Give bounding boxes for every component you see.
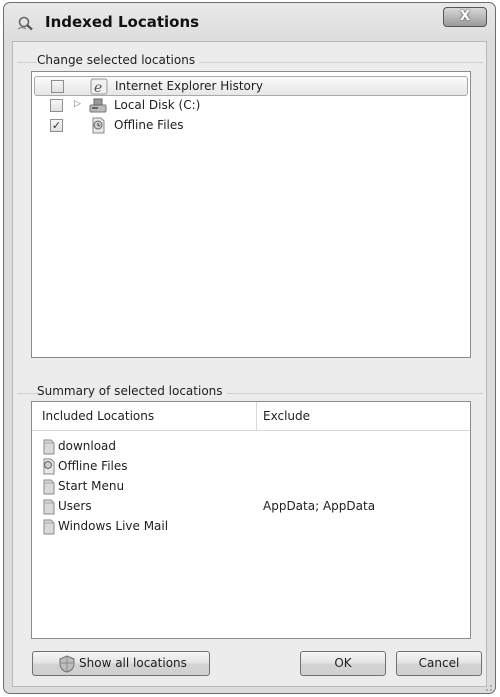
- summary-location: Users: [58, 499, 92, 513]
- tree-item-label: Internet Explorer History: [115, 79, 263, 93]
- summary-location: Start Menu: [58, 479, 125, 493]
- column-header-exclude[interactable]: Exclude: [263, 409, 310, 423]
- summary-header: Included Locations Exclude: [32, 402, 470, 431]
- ok-button[interactable]: OK: [300, 651, 386, 676]
- locations-tree[interactable]: e Internet Explorer History ▷ Local Disk…: [31, 71, 471, 358]
- title-bar[interactable]: Indexed Locations X: [4, 3, 495, 41]
- column-divider[interactable]: [256, 402, 257, 431]
- checkbox-ie-history[interactable]: [51, 80, 64, 93]
- local-disk-icon: [89, 98, 107, 113]
- checkbox-offline-files[interactable]: ✓: [50, 119, 63, 132]
- column-header-included[interactable]: Included Locations: [42, 409, 154, 423]
- show-all-label: Show all locations: [79, 656, 187, 670]
- summary-row[interactable]: Users AppData; AppData: [32, 497, 470, 517]
- summary-row[interactable]: Offline Files: [32, 457, 470, 477]
- folder-icon: [43, 439, 55, 455]
- svg-text:e: e: [94, 80, 102, 95]
- summary-row[interactable]: Start Menu: [32, 477, 470, 497]
- cancel-button[interactable]: Cancel: [396, 651, 482, 676]
- summary-location: download: [58, 439, 117, 453]
- checkbox-local-disk[interactable]: [50, 99, 63, 112]
- offline-files-icon: [43, 458, 55, 475]
- tree-item-label: Offline Files: [114, 118, 184, 132]
- show-all-locations-button[interactable]: Show all locations: [32, 651, 210, 676]
- summary-location: Offline Files: [58, 459, 128, 473]
- folder-icon: [43, 499, 55, 515]
- summary-row[interactable]: Windows Live Mail: [32, 517, 470, 537]
- tree-item-local-disk[interactable]: ▷ Local Disk (C:): [34, 96, 468, 116]
- window-title: Indexed Locations: [45, 13, 200, 31]
- folder-icon: [43, 519, 55, 535]
- summary-location: Windows Live Mail: [58, 519, 169, 533]
- summary-heading: Summary of selected locations: [37, 384, 227, 398]
- offline-files-icon: [92, 117, 105, 134]
- expand-arrow-icon[interactable]: ▷: [74, 99, 81, 109]
- change-locations-heading: Change selected locations: [37, 53, 200, 67]
- summary-row[interactable]: download: [32, 437, 470, 457]
- indexing-options-icon: [17, 16, 33, 31]
- resize-grip-icon[interactable]: [483, 682, 493, 692]
- summary-list[interactable]: Included Locations Exclude download Offl…: [31, 401, 471, 639]
- tree-item-offline-files[interactable]: ✓ Offline Files: [34, 116, 468, 136]
- uac-shield-icon: [59, 655, 75, 673]
- summary-exclude: AppData; AppData: [263, 499, 376, 513]
- tree-item-label: Local Disk (C:): [114, 98, 201, 112]
- close-icon: X: [459, 9, 471, 24]
- folder-icon: [43, 479, 55, 495]
- tree-item-ie-history[interactable]: e Internet Explorer History: [34, 76, 468, 96]
- close-button[interactable]: X: [443, 7, 487, 27]
- ie-history-icon: e: [90, 78, 108, 95]
